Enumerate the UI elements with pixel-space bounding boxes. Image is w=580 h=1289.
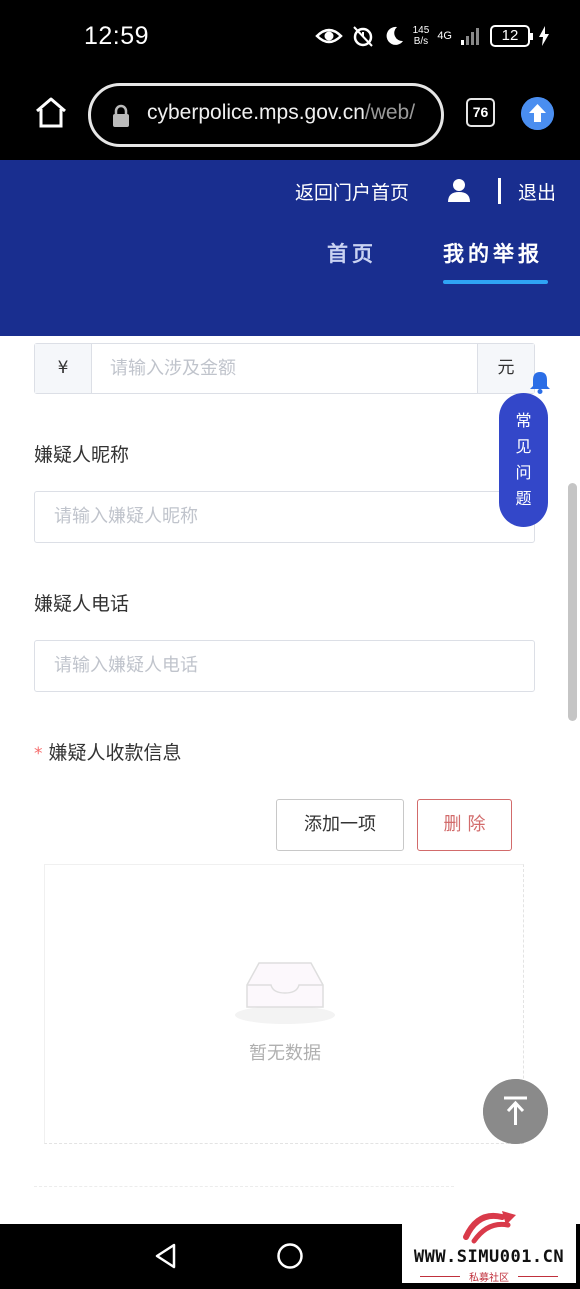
watermark-url: WWW.SIMU001.CN [413, 1247, 565, 1267]
payment-info-table: 暂无数据 [44, 864, 524, 1144]
network-type: 4G [437, 30, 452, 42]
back-to-portal-link[interactable]: 返回门户首页 [295, 178, 409, 205]
status-bar: 12:59 145 B/s 4G 12 [0, 0, 580, 78]
user-icon[interactable] [447, 178, 471, 202]
site-header: 返回门户首页 退出 首页 我的举报 [0, 160, 580, 336]
amount-input[interactable]: 请输入涉及金额 [92, 344, 477, 393]
signal-icon [461, 28, 479, 45]
status-time: 12:59 [84, 22, 150, 50]
watermark: WWW.SIMU001.CN 私募社区 [402, 1203, 576, 1284]
suspect-nickname-label: 嫌疑人昵称 [34, 444, 130, 466]
faq-floating-tab[interactable]: 常 见 问 题 [499, 393, 548, 527]
delete-button[interactable]: 删除 [417, 799, 512, 851]
currency-suffix: 元 [477, 344, 534, 393]
bell-icon[interactable] [529, 370, 551, 394]
suspect-nickname-input[interactable]: 请输入嫌疑人昵称 [34, 491, 535, 543]
browser-toolbar: cyberpolice.mps.gov.cn/web/ 76 [0, 78, 580, 160]
header-divider [498, 178, 501, 204]
upload-icon[interactable] [521, 97, 554, 130]
url-text: cyberpolice.mps.gov.cn/web/ [147, 101, 416, 124]
required-mark: * [34, 744, 43, 764]
nav-back-icon[interactable] [152, 1242, 180, 1270]
battery-indicator: 12 [490, 25, 533, 47]
nav-home-tab[interactable]: 首页 [327, 238, 377, 268]
tab-count-button[interactable]: 76 [466, 98, 495, 127]
add-item-button[interactable]: 添加一项 [276, 799, 404, 851]
back-to-top-icon[interactable] [483, 1079, 548, 1144]
address-bar[interactable]: cyberpolice.mps.gov.cn/web/ [88, 83, 444, 147]
charging-icon [539, 26, 549, 46]
amount-input-group: ¥ 请输入涉及金额 元 [34, 343, 535, 394]
status-icons: 145 B/s 4G 12 [314, 24, 550, 48]
network-speed: 145 B/s [412, 25, 430, 47]
empty-inbox-icon [235, 962, 335, 1024]
suspect-payment-label: * 嫌疑人收款信息 [34, 742, 182, 764]
watermark-line-right [518, 1276, 558, 1277]
alarm-icon [352, 26, 373, 47]
nav-home-icon[interactable] [276, 1242, 304, 1270]
suspect-phone-input[interactable]: 请输入嫌疑人电话 [34, 640, 535, 692]
eye-icon [314, 28, 343, 44]
section-divider [34, 1186, 454, 1187]
logout-link[interactable]: 退出 [518, 178, 556, 205]
lock-icon [113, 104, 129, 127]
currency-prefix: ¥ [35, 344, 92, 393]
moon-icon [386, 26, 403, 45]
suspect-phone-label: 嫌疑人电话 [34, 593, 130, 615]
page-scrollbar[interactable] [568, 483, 577, 721]
home-icon[interactable] [34, 96, 68, 130]
nav-my-report-tab[interactable]: 我的举报 [443, 238, 543, 268]
watermark-logo-icon [463, 1211, 516, 1244]
empty-data-text: 暂无数据 [249, 1043, 321, 1064]
active-tab-underline [443, 280, 548, 284]
